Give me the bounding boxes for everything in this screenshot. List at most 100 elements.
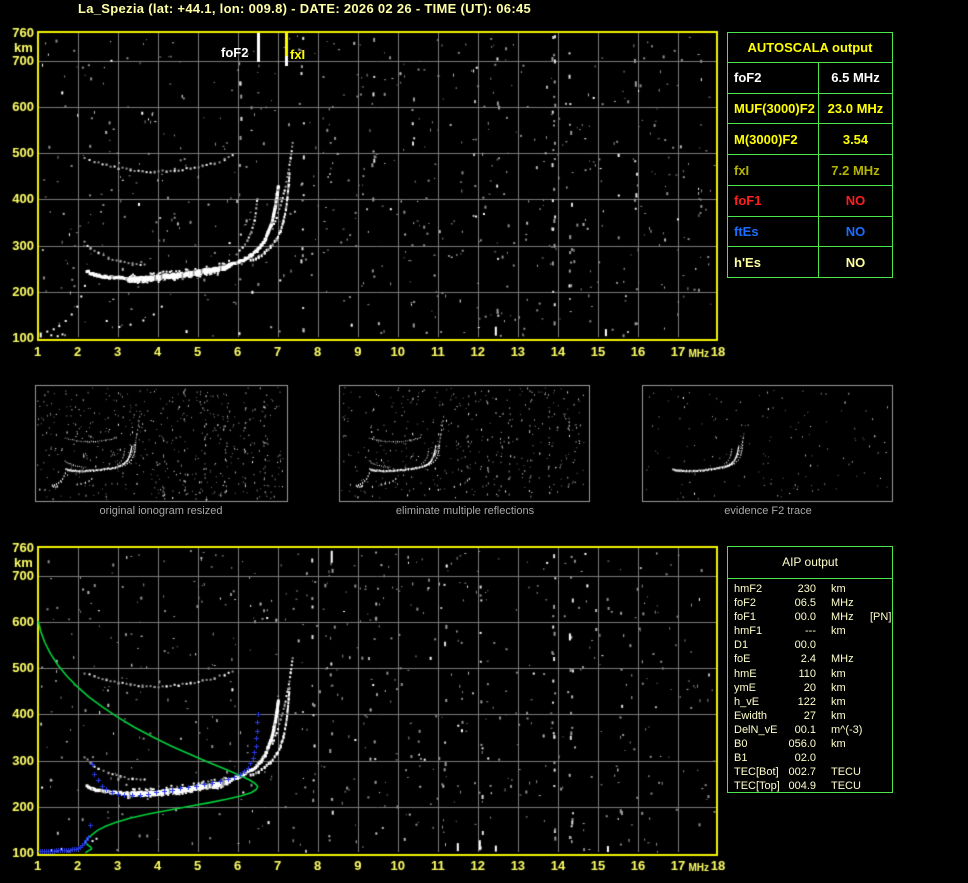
aip-value: 00.0 (786, 638, 816, 652)
fof2-marker-label: foF2 (221, 45, 248, 60)
autoscala-panel: AUTOSCALA output foF26.5 MHzMUF(3000)F22… (727, 32, 893, 278)
autoscala-row-label: MUF(3000)F2 (728, 94, 819, 124)
aip-row: TEC[Bot]002.7TECU (728, 765, 892, 779)
aip-row: B102.0 (728, 751, 892, 765)
aip-value: 056.0 (786, 737, 816, 751)
autoscala-row-value: NO (819, 186, 892, 216)
aip-label: foE (728, 652, 786, 666)
aip-value: 00.1 (786, 723, 816, 737)
aip-value: 27 (786, 709, 816, 723)
aip-label: foF2 (728, 596, 786, 610)
autoscala-row: h'EsNO (728, 247, 892, 277)
aip-unit: TECU (816, 765, 866, 779)
autoscala-row-label: foF1 (728, 186, 819, 216)
aip-label: foF1 (728, 610, 786, 624)
aip-value: 00.0 (786, 610, 816, 624)
autoscala-row-label: h'Es (728, 247, 819, 277)
autoscala-row-value: 6.5 MHz (819, 63, 892, 93)
aip-value: 2.4 (786, 652, 816, 666)
aip-note (866, 765, 892, 779)
aip-unit: km (816, 681, 866, 695)
aip-row: ymE20km (728, 681, 892, 695)
autoscala-panel-title: AUTOSCALA output (728, 33, 892, 63)
aip-note (866, 596, 892, 610)
aip-value: 002.7 (786, 765, 816, 779)
aip-row: hmF1---km (728, 624, 892, 638)
autoscala-row-value: 3.54 (819, 124, 892, 154)
aip-label: hmF1 (728, 624, 786, 638)
aip-unit: MHz (816, 610, 866, 624)
autoscala-row-value: NO (819, 247, 892, 277)
aip-value: 02.0 (786, 751, 816, 765)
aip-label: h_vE (728, 695, 786, 709)
aip-value: 110 (786, 667, 816, 681)
aip-row: foF206.5MHz (728, 596, 892, 610)
aip-unit: km (816, 737, 866, 751)
autoscala-table-rows: foF26.5 MHzMUF(3000)F223.0 MHzM(3000)F23… (728, 63, 892, 277)
thumbnail-caption-f2-trace: evidence F2 trace (642, 505, 894, 517)
aip-label: B1 (728, 751, 786, 765)
aip-unit: km (816, 709, 866, 723)
aip-unit: km (816, 667, 866, 681)
autoscala-row-label: M(3000)F2 (728, 124, 819, 154)
aip-note (866, 667, 892, 681)
autoscala-row: fxI7.2 MHz (728, 155, 892, 186)
aip-note (866, 723, 892, 737)
fxi-marker-label: fxI (290, 47, 305, 62)
page-title: La_Spezia (lat: +44.1, lon: 009.8) - DAT… (78, 1, 531, 16)
aip-value: 004.9 (786, 779, 816, 793)
aip-note (866, 779, 892, 793)
autoscala-row-value: NO (819, 217, 892, 247)
aip-unit: km (816, 695, 866, 709)
aip-row: h_vE122km (728, 695, 892, 709)
aip-value: 122 (786, 695, 816, 709)
aip-label: ymE (728, 681, 786, 695)
aip-note (866, 638, 892, 652)
aip-value: 06.5 (786, 596, 816, 610)
aip-note (866, 624, 892, 638)
aip-unit (816, 638, 866, 652)
aip-note: [PN] (866, 610, 892, 624)
aip-unit (816, 751, 866, 765)
aip-row: D100.0 (728, 638, 892, 652)
aip-label: TEC[Bot] (728, 765, 786, 779)
aip-label: hmF2 (728, 582, 786, 596)
aip-row: hmE110km (728, 667, 892, 681)
aip-label: D1 (728, 638, 786, 652)
aip-label: B0 (728, 737, 786, 751)
aip-unit: km (816, 624, 866, 638)
aip-note (866, 709, 892, 723)
autoscala-row: M(3000)F23.54 (728, 124, 892, 155)
aip-note (866, 737, 892, 751)
aip-label: TEC[Top] (728, 779, 786, 793)
thumbnail-caption-multiple-reflections: eliminate multiple reflections (339, 505, 591, 517)
autoscala-row: foF1NO (728, 186, 892, 217)
aip-note (866, 582, 892, 596)
autoscala-row: ftEsNO (728, 217, 892, 248)
aip-row: foE2.4MHz (728, 652, 892, 666)
aip-label: hmE (728, 667, 786, 681)
aip-unit: km (816, 582, 866, 596)
aip-label: Ewidth (728, 709, 786, 723)
aip-unit: MHz (816, 652, 866, 666)
aip-row: Ewidth27km (728, 709, 892, 723)
autoscala-row: MUF(3000)F223.0 MHz (728, 94, 892, 125)
thumbnail-caption-original: original ionogram resized (35, 505, 287, 517)
aip-row: hmF2230km (728, 582, 892, 596)
aip-note (866, 695, 892, 709)
autoscala-row-value: 23.0 MHz (819, 94, 892, 124)
autoscala-row-label: foF2 (728, 63, 819, 93)
aip-note (866, 652, 892, 666)
aip-panel: AIP output hmF2230kmfoF206.5MHzfoF100.0M… (727, 546, 893, 793)
aip-value: --- (786, 624, 816, 638)
aip-value: 20 (786, 681, 816, 695)
aip-unit: MHz (816, 596, 866, 610)
autoscala-row-label: ftEs (728, 217, 819, 247)
aip-row: B0056.0km (728, 737, 892, 751)
aip-table-rows: hmF2230kmfoF206.5MHzfoF100.0MHz[PN]hmF1-… (728, 579, 892, 793)
aip-unit: TECU (816, 779, 866, 793)
autoscala-row-label: fxI (728, 155, 819, 185)
autoscala-row-value: 7.2 MHz (819, 155, 892, 185)
aip-row: DelN_vE00.1m^(-3) (728, 723, 892, 737)
aip-value: 230 (786, 582, 816, 596)
